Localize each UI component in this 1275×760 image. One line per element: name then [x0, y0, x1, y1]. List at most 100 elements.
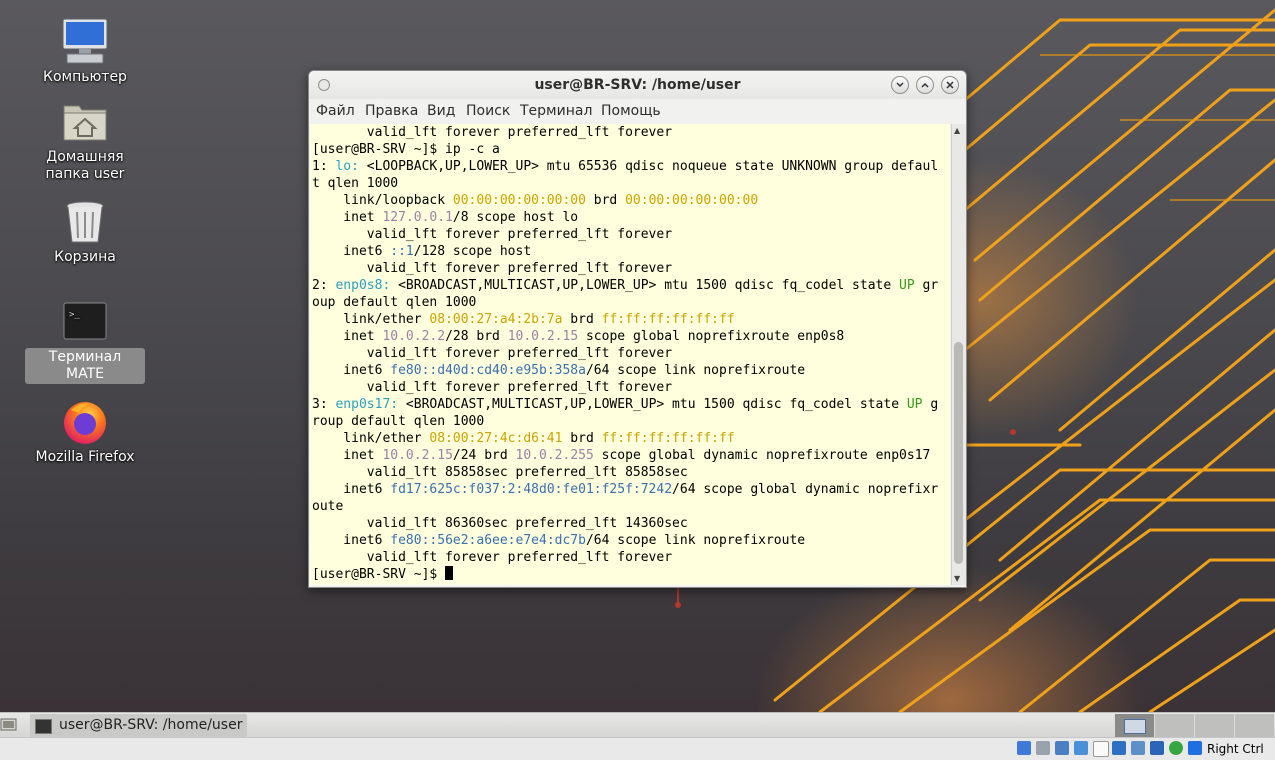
- desktop-icon-terminal[interactable]: >_ Терминал MATE: [25, 298, 145, 384]
- firefox-icon: [61, 398, 109, 446]
- terminal-text: 3:: [312, 397, 336, 412]
- desktop-icon-computer[interactable]: Компьютер: [25, 18, 145, 87]
- terminal-line: t qlen 1000: [310, 175, 950, 192]
- terminal-text: /64 scope global dynamic noprefixr: [672, 482, 939, 497]
- terminal-line: roup default qlen 1000: [310, 413, 950, 430]
- taskbar: user@BR-SRV: /home/user: [0, 712, 1275, 738]
- terminal-text: ff:ff:ff:ff:ff:ff: [601, 312, 735, 327]
- terminal-text: /28 brd: [445, 329, 508, 344]
- close-button[interactable]: [941, 76, 959, 94]
- terminal-text: valid_lft forever preferred_lft forever: [312, 227, 673, 242]
- desktop-icon-label: Домашняя папка user: [45, 149, 125, 182]
- workspace-window-preview: [1124, 719, 1146, 734]
- scrollbar-thumb[interactable]: [954, 342, 963, 564]
- terminal-line: valid_lft forever preferred_lft forever: [310, 226, 950, 243]
- terminal-text: 10.0.2.255: [515, 448, 594, 463]
- terminal-scrollbar[interactable]: ▲ ▼: [951, 124, 966, 585]
- terminal-text: UP: [899, 278, 915, 293]
- terminal-text: 2:: [312, 278, 336, 293]
- terminal-text: gr: [914, 278, 939, 293]
- desktop-icon-label: Терминал MATE: [25, 348, 145, 384]
- desktop-icon-trash[interactable]: Корзина: [25, 198, 145, 267]
- terminal-line: inet6 fe80::56e2:a6ee:e7e4:dc7b/64 scope…: [310, 532, 950, 549]
- network-icon[interactable]: [1074, 741, 1088, 755]
- usb-icon[interactable]: [1093, 741, 1109, 757]
- terminal-text: /128 scope host: [413, 244, 532, 259]
- terminal-text: valid_lft 85858sec preferred_lft 85858se…: [312, 465, 688, 480]
- terminal-text: inet: [312, 448, 383, 463]
- terminal-line: oute: [310, 498, 950, 515]
- cpu-icon[interactable]: [1169, 741, 1183, 755]
- terminal-text: ff:ff:ff:ff:ff:ff: [601, 431, 735, 446]
- terminal-text: oup default qlen 1000: [312, 295, 477, 310]
- window-titlebar[interactable]: user@BR-SRV: /home/user: [309, 71, 966, 99]
- terminal-line: inet 10.0.2.2/28 brd 10.0.2.15 scope glo…: [310, 328, 950, 345]
- terminal-text: valid_lft forever preferred_lft forever: [312, 550, 673, 565]
- workspace-4[interactable]: [1234, 714, 1274, 737]
- terminal-line: inet6 ::1/128 scope host: [310, 243, 950, 260]
- terminal-text: brd: [562, 312, 602, 327]
- terminal-text: valid_lft forever preferred_lft forever: [312, 125, 673, 140]
- terminal-window[interactable]: user@BR-SRV: /home/user Файл Правка Вид …: [308, 70, 967, 588]
- terminal-line: link/ether 08:00:27:a4:2b:7a brd ff:ff:f…: [310, 311, 950, 328]
- menu-help[interactable]: Помощь: [601, 103, 661, 119]
- terminal-output[interactable]: valid_lft forever preferred_lft forever […: [310, 124, 950, 585]
- terminal-text: inet6: [312, 244, 391, 259]
- window-title: user@BR-SRV: /home/user: [534, 77, 741, 93]
- shared-folders-icon[interactable]: [1112, 741, 1126, 755]
- scroll-up-icon[interactable]: ▲: [954, 126, 960, 135]
- terminal-text: enp0s17:: [335, 397, 399, 412]
- terminal-text: 127.0.0.1: [382, 210, 453, 225]
- menu-terminal[interactable]: Терминал: [520, 103, 592, 119]
- scroll-down-icon[interactable]: ▼: [954, 574, 960, 583]
- workspace-1[interactable]: [1114, 714, 1154, 737]
- terminal-text: inet6: [312, 533, 391, 548]
- terminal-text: enp0s8:: [335, 278, 391, 293]
- desktop-icon-firefox[interactable]: Mozilla Firefox: [25, 398, 145, 467]
- trash-icon: [61, 198, 109, 246]
- minimize-button[interactable]: [891, 76, 909, 94]
- terminal-text: [user@BR-SRV ~]$: [312, 567, 446, 582]
- terminal-line: link/loopback 00:00:00:00:00:00 brd 00:0…: [310, 192, 950, 209]
- terminal-text: link/ether: [312, 431, 430, 446]
- terminal-text: valid_lft 86360sec preferred_lft 14360se…: [312, 516, 688, 531]
- recording-icon[interactable]: [1150, 741, 1164, 755]
- terminal-line: valid_lft forever preferred_lft forever: [310, 549, 950, 566]
- terminal-line: [user@BR-SRV ~]$ ip -c a: [310, 141, 950, 158]
- audio-icon[interactable]: [1055, 741, 1069, 755]
- workspace-2[interactable]: [1154, 714, 1194, 737]
- terminal-line: inet 127.0.0.1/8 scope host lo: [310, 209, 950, 226]
- terminal-text: lo:: [335, 159, 359, 174]
- taskbar-window-label: user@BR-SRV: /home/user: [59, 717, 243, 733]
- hard-disk-icon[interactable]: [1017, 741, 1031, 755]
- terminal-line: inet6 fe80::d40d:cd40:e95b:358a/64 scope…: [310, 362, 950, 379]
- mouse-integration-icon[interactable]: [1188, 741, 1202, 755]
- display-icon[interactable]: [1131, 741, 1145, 755]
- taskbar-window-button[interactable]: user@BR-SRV: /home/user: [30, 714, 247, 737]
- menu-search[interactable]: Поиск: [466, 103, 510, 119]
- terminal-line: 3: enp0s17: <BROADCAST,MULTICAST,UP,LOWE…: [310, 396, 950, 413]
- show-desktop-button[interactable]: [0, 717, 18, 733]
- terminal-text: brd: [562, 431, 602, 446]
- terminal-text: 00:00:00:00:00:00: [625, 193, 759, 208]
- menu-edit[interactable]: Правка: [365, 103, 418, 119]
- optical-drive-icon[interactable]: [1036, 741, 1050, 755]
- desktop-icon-label: Mozilla Firefox: [35, 449, 135, 465]
- terminal-text: valid_lft forever preferred_lft forever: [312, 346, 673, 361]
- terminal-text: scope global noprefixroute enp0s8: [578, 329, 845, 344]
- terminal-line: valid_lft 85858sec preferred_lft 85858se…: [310, 464, 950, 481]
- terminal-line: [user@BR-SRV ~]$: [310, 566, 950, 583]
- chevron-down-icon: [896, 82, 904, 88]
- maximize-button[interactable]: [916, 76, 934, 94]
- terminal-text: UP: [906, 397, 923, 412]
- workspace-3[interactable]: [1194, 714, 1234, 737]
- menu-file[interactable]: Файл: [316, 103, 355, 119]
- terminal-text: t qlen 1000: [312, 176, 399, 191]
- terminal-text: valid_lft forever preferred_lft forever: [312, 380, 673, 395]
- terminal-text: 10.0.2.2: [382, 329, 446, 344]
- terminal-text: <BROADCAST,MULTICAST,UP,LOWER_UP> mtu 15…: [398, 397, 907, 412]
- desktop-icon-home-folder[interactable]: Домашняя папка user: [25, 98, 145, 184]
- menu-view[interactable]: Вид: [427, 103, 455, 119]
- terminal-line: valid_lft forever preferred_lft forever: [310, 379, 950, 396]
- terminal-text: inet: [312, 210, 383, 225]
